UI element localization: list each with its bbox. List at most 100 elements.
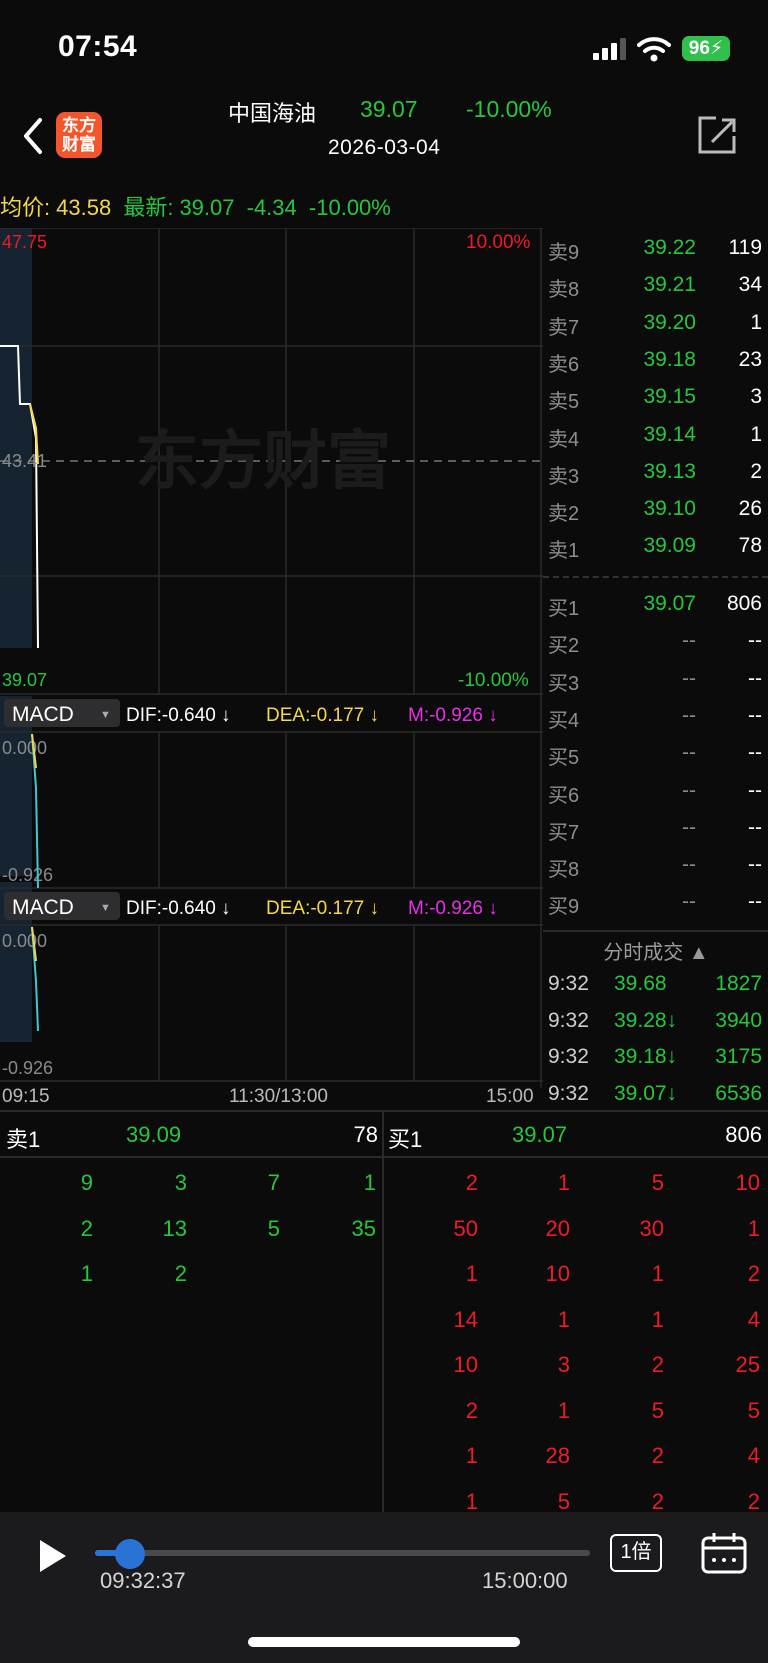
level-label: 卖3	[548, 465, 580, 488]
order-level[interactable]: 卖2 39.10 26	[546, 491, 766, 528]
level-label: 买1	[548, 598, 580, 620]
level-volume: --	[748, 778, 762, 802]
level-price: --	[682, 815, 696, 839]
battery-indicator: 96⚡	[682, 36, 730, 61]
order-level[interactable]: 买8 -- --	[546, 847, 766, 884]
buy-queue-order: 2	[651, 1352, 664, 1377]
chart-bottom-pct: -10.00%	[458, 670, 529, 691]
order-level[interactable]: 卖3 39.13 2	[546, 454, 766, 491]
ticks-divider	[543, 930, 768, 932]
order-level[interactable]: 买5 -- --	[546, 735, 766, 772]
share-icon[interactable]	[694, 112, 740, 158]
time-mid: 11:30/13:00	[229, 1086, 328, 1107]
macd-dea: DEA:-0.177 ↓	[266, 705, 379, 726]
order-level[interactable]: 卖9 39.22 119	[546, 230, 766, 267]
tick-price: 39.68	[614, 972, 667, 995]
buy-queue-order: 2	[747, 1261, 760, 1286]
buy-queue-order: 2	[651, 1488, 664, 1514]
time-start: 09:15	[2, 1086, 50, 1107]
order-level[interactable]: 卖5 39.15 3	[546, 379, 766, 416]
buy-queue-order: 2	[465, 1397, 478, 1423]
level-label: 卖5	[548, 391, 580, 414]
status-time: 07:54	[58, 30, 138, 63]
order-level[interactable]: 买4 -- --	[546, 698, 766, 735]
level-price: 39.22	[643, 236, 696, 259]
price-summary: 均价: 43.58 最新: 39.07 -4.34 -10.00%	[0, 190, 397, 222]
macd-dif: DIF:-0.640 ↓	[126, 705, 231, 726]
level-volume: 1	[750, 310, 762, 334]
level-volume: 2	[750, 459, 762, 483]
level-price: --	[682, 778, 696, 802]
level-label: 卖4	[548, 428, 580, 451]
tick-row: 9:32 39.68 1827	[546, 966, 766, 1003]
order-level[interactable]: 买2 -- --	[546, 623, 766, 660]
back-button[interactable]	[18, 116, 48, 156]
level-label: 卖7	[548, 316, 580, 339]
order-level[interactable]: 买1 39.07 806	[546, 586, 766, 623]
preopen-band	[0, 228, 32, 648]
queue-sell-price: 39.09	[126, 1122, 182, 1147]
level-label: 卖9	[548, 242, 580, 264]
intraday-chart[interactable]: 东方财富 47.75 10.00% 43.41 39.07 -10.00% MA…	[0, 228, 543, 1088]
macd-grid	[0, 924, 543, 1082]
level-label: 卖1	[548, 540, 580, 563]
level-volume: 34	[738, 273, 762, 297]
order-level[interactable]: 买7 -- --	[546, 810, 766, 847]
change-value: -4.34	[246, 195, 297, 220]
tick-time: 9:32	[548, 1081, 589, 1105]
sell-queue-order: 13	[162, 1215, 187, 1241]
buy-queue-order: 5	[747, 1397, 760, 1423]
timeline-track[interactable]	[95, 1550, 590, 1556]
tick-row: 9:32 39.07↓ 6536	[546, 1076, 766, 1113]
macd-grid	[0, 731, 543, 889]
buy-queue-order: 10	[545, 1261, 570, 1286]
dropdown-icon: ▼	[100, 709, 111, 721]
level-price: --	[682, 629, 696, 653]
speed-button[interactable]: 1倍	[610, 1534, 662, 1572]
level-label: 卖8	[548, 279, 580, 302]
buy-queue-order: 50	[453, 1215, 478, 1241]
buy-queue-order: 1	[651, 1261, 664, 1286]
order-level[interactable]: 买6 -- --	[546, 773, 766, 810]
level-price: --	[682, 703, 696, 727]
queue-buy-label: 买1	[388, 1127, 423, 1152]
signal-icon	[593, 38, 626, 60]
level-price: 39.15	[643, 385, 696, 409]
buy-queue-order: 5	[557, 1488, 570, 1514]
sell-queue-order: 2	[80, 1215, 93, 1241]
dropdown-icon: ▼	[100, 902, 111, 914]
tick-time: 9:32	[548, 972, 589, 995]
level-price: --	[682, 666, 696, 690]
level-price: 39.09	[643, 534, 696, 558]
divider	[382, 1112, 384, 1512]
sell-queue-order: 35	[351, 1215, 376, 1241]
order-level[interactable]: 卖7 39.20 1	[546, 305, 766, 342]
order-level[interactable]: 买3 -- --	[546, 661, 766, 698]
order-level[interactable]: 卖1 39.09 78	[546, 528, 766, 565]
macd-m: M:-0.926 ↓	[408, 898, 498, 919]
order-level[interactable]: 卖8 39.21 34	[546, 267, 766, 304]
watermark: 东方财富	[135, 425, 391, 497]
buy-queue-order: 25	[735, 1352, 760, 1377]
buy-queue-order: 1	[465, 1488, 478, 1514]
level-label: 买4	[548, 709, 580, 732]
app-logo[interactable]: 东方 财富	[56, 112, 102, 158]
buy-queue-order: 14	[453, 1306, 478, 1332]
tick-price: 39.07↓	[614, 1081, 678, 1105]
timeline-handle[interactable]	[115, 1539, 145, 1569]
calendar-icon[interactable]	[700, 1530, 748, 1576]
play-icon[interactable]	[38, 1538, 68, 1574]
ticks-header[interactable]: 分时成交 ▲	[546, 936, 766, 965]
order-level[interactable]: 卖4 39.14 1	[546, 417, 766, 454]
tick-time: 9:32	[548, 1045, 589, 1069]
sell-queue-order: 5	[267, 1215, 280, 1241]
level-volume: --	[748, 853, 762, 877]
level-price: --	[682, 741, 696, 765]
order-level[interactable]: 买9 -- --	[546, 884, 766, 921]
order-level[interactable]: 卖6 39.18 23	[546, 342, 766, 379]
home-indicator	[248, 1637, 520, 1647]
chart-bottom-price: 39.07	[2, 670, 47, 690]
buy-queue-order: 5	[651, 1397, 664, 1423]
level-volume: 806	[726, 592, 762, 615]
level-volume: 26	[738, 497, 762, 521]
